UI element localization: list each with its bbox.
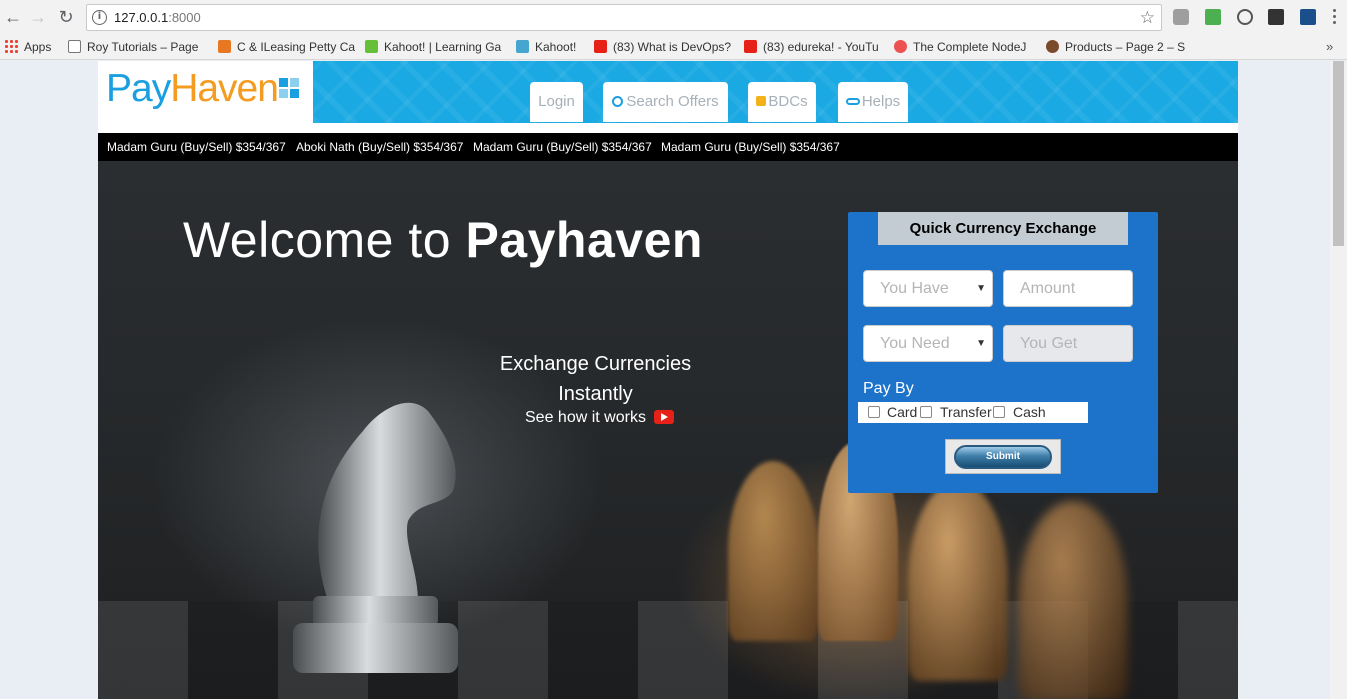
youtube-icon — [744, 40, 757, 53]
site-favicon-icon — [218, 40, 231, 53]
page-viewport: PayHaven Login Search Offers BDCs Helps … — [0, 61, 1347, 699]
transfer-checkbox[interactable] — [920, 406, 932, 418]
you-get-input: You Get — [1003, 325, 1133, 362]
ticker-item: Madam Guru (Buy/Sell) $354/367 — [661, 140, 840, 154]
ticker-item: Aboki Nath (Buy/Sell) $354/367 — [296, 140, 464, 154]
bookmarks-bar: Apps Roy Tutorials – Page C & ILeasing P… — [0, 35, 1347, 60]
logo[interactable]: PayHaven — [98, 61, 313, 123]
reload-icon[interactable]: ↻ — [55, 6, 77, 28]
bookmark-item[interactable]: Kahoot! | Learning Ga — [365, 39, 502, 56]
scrollbar-thumb[interactable] — [1333, 61, 1344, 246]
submit-frame: Submit — [945, 439, 1061, 474]
pawn-image — [728, 461, 818, 641]
submit-button[interactable]: Submit — [954, 445, 1052, 469]
pay-by-options: Card Transfer Cash — [858, 402, 1088, 423]
you-need-select[interactable]: You Need ▼ — [863, 325, 993, 362]
pay-by-label: Pay By — [863, 380, 914, 397]
search-icon — [612, 96, 624, 107]
news-extension-icon[interactable] — [1300, 9, 1316, 25]
bookmark-apps[interactable]: Apps — [4, 39, 58, 56]
help-icon — [845, 98, 860, 105]
card-label: Card — [887, 404, 918, 420]
nav-search-offers[interactable]: Search Offers — [603, 82, 728, 122]
youtube-icon — [594, 40, 607, 53]
more-bookmarks-chevron-icon[interactable]: » — [1326, 39, 1333, 54]
tagline-line: Instantly — [558, 383, 633, 405]
cash-checkbox[interactable] — [993, 406, 1005, 418]
amount-input[interactable]: Amount — [1003, 270, 1133, 307]
bookmark-item[interactable]: Kahoot! — [516, 39, 586, 56]
avatar-icon — [1046, 40, 1059, 53]
logo-text: PayHaven — [106, 67, 279, 110]
you-have-select[interactable]: You Have ▼ — [863, 270, 993, 307]
page-scrollbar[interactable] — [1330, 61, 1347, 699]
cors-extension-icon[interactable] — [1205, 9, 1221, 25]
bookmark-star-icon[interactable]: ☆ — [1140, 8, 1155, 28]
header-divider — [98, 123, 1238, 133]
ticker-item: Madam Guru (Buy/Sell) $354/367 — [107, 140, 286, 154]
bookmark-item[interactable]: The Complete NodeJ — [894, 39, 1030, 56]
film-extension-icon[interactable] — [1268, 9, 1284, 25]
logo-grid-icon — [279, 78, 301, 100]
bookmark-item[interactable]: (83) edureka! - YouTu — [744, 39, 884, 56]
rates-ticker: Madam Guru (Buy/Sell) $354/367 Aboki Nat… — [98, 133, 1238, 161]
nav-label: Login — [538, 93, 575, 110]
pawn-image — [908, 481, 1008, 681]
dropdown-caret-icon: ▼ — [976, 283, 986, 294]
extension-icon[interactable] — [1237, 9, 1253, 25]
bookmark-item[interactable]: C & ILeasing Petty Ca — [218, 39, 355, 56]
welcome-heading: Welcome to Payhaven — [183, 212, 703, 268]
forward-icon[interactable]: → — [27, 6, 49, 28]
cash-label: Cash — [1013, 404, 1046, 420]
nav-login[interactable]: Login — [530, 82, 583, 122]
bookmark-item[interactable]: (83) What is DevOps? — [594, 39, 734, 56]
site-header: PayHaven Login Search Offers BDCs Helps — [98, 61, 1238, 123]
kahoot-icon — [365, 40, 378, 53]
apps-grid-icon — [4, 39, 18, 53]
how-it-works-link[interactable]: See how it works — [525, 409, 674, 427]
hero-section: Welcome to Payhaven Exchange Currencies … — [98, 161, 1238, 699]
ticker-item: Madam Guru (Buy/Sell) $354/367 — [473, 140, 652, 154]
kahoot-icon — [516, 40, 529, 53]
menu-kebab-icon[interactable] — [1333, 8, 1337, 26]
bookmark-item[interactable]: Roy Tutorials – Page — [68, 39, 200, 56]
nav-label: Search Offers — [626, 93, 719, 110]
url-text: 127.0.0.1:8000 — [114, 10, 201, 25]
hero-tagline: Exchange Currencies Instantly — [483, 349, 708, 409]
nav-helps[interactable]: Helps — [838, 82, 908, 122]
nav-bdcs[interactable]: BDCs — [748, 82, 816, 122]
back-icon[interactable]: ← — [2, 6, 24, 28]
page-icon — [68, 40, 81, 53]
youtube-play-icon[interactable] — [653, 410, 674, 424]
bdc-icon — [756, 96, 767, 106]
dropdown-caret-icon: ▼ — [976, 338, 986, 349]
nav-label: Helps — [861, 93, 901, 110]
tagline-line: Exchange Currencies — [499, 353, 692, 375]
info-icon[interactable]: i — [92, 10, 107, 25]
nav-label: BDCs — [768, 93, 808, 110]
bookmark-item[interactable]: Products – Page 2 – S — [1046, 39, 1186, 56]
transfer-label: Transfer — [940, 404, 992, 420]
udemy-icon — [894, 40, 907, 53]
quick-exchange-form: Quick Currency Exchange You Have ▼ Amount… — [848, 212, 1158, 493]
site-container: PayHaven Login Search Offers BDCs Helps … — [98, 61, 1238, 699]
pawn-image — [1018, 501, 1128, 699]
form-title: Quick Currency Exchange — [878, 212, 1128, 245]
camera-icon[interactable] — [1173, 9, 1189, 25]
knight-image — [293, 402, 458, 673]
browser-toolbar: ← → ↻ i 127.0.0.1:8000 ☆ — [0, 0, 1347, 35]
card-checkbox[interactable] — [868, 406, 880, 418]
address-bar[interactable]: i 127.0.0.1:8000 ☆ — [86, 4, 1162, 31]
